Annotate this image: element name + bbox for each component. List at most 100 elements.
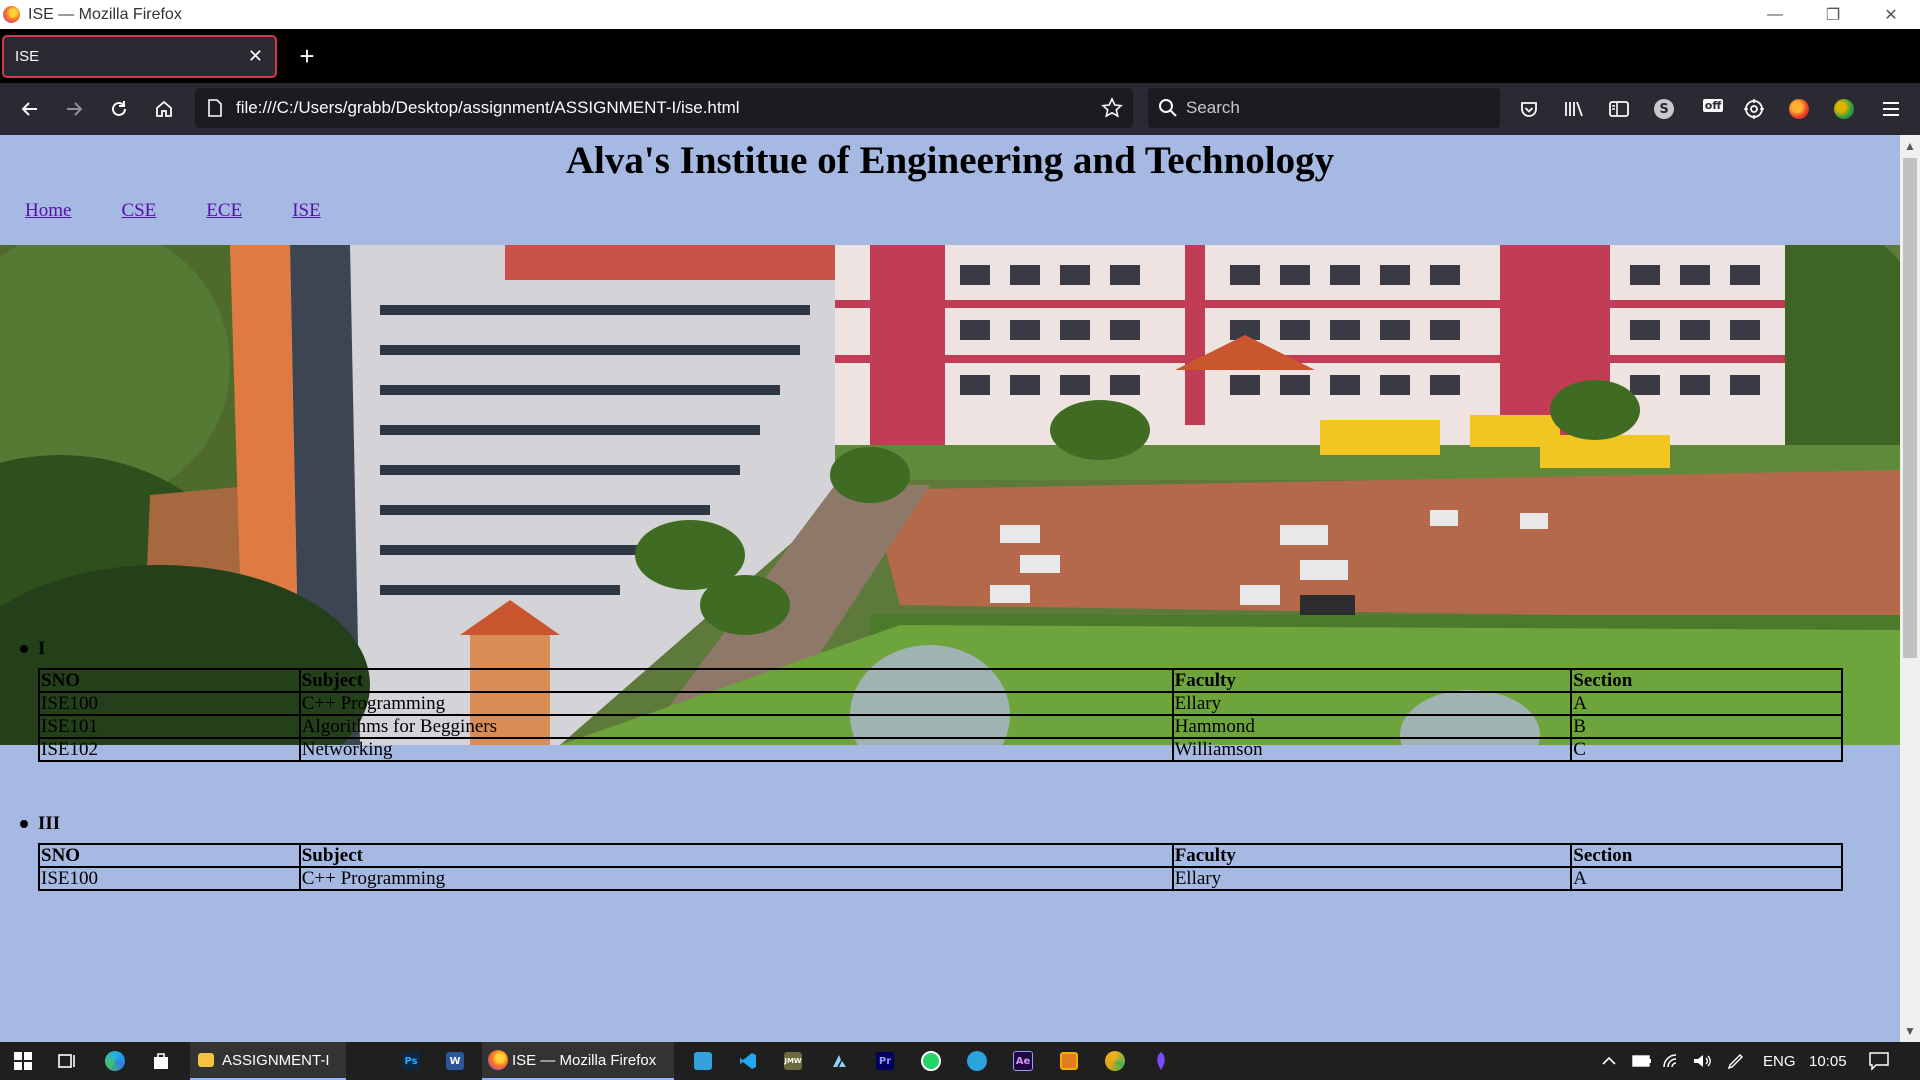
table-cell: C++ Programming xyxy=(298,866,1174,891)
semester-heading: I xyxy=(20,638,45,660)
task-view-icon[interactable] xyxy=(52,1042,82,1080)
windows-start-icon[interactable] xyxy=(8,1042,38,1080)
forward-icon[interactable] xyxy=(61,96,87,122)
table-header-row: SNO Subject Faculty Section xyxy=(38,843,1843,868)
taskbar-label: ISE — Mozilla Firefox xyxy=(512,1051,657,1069)
scroll-up-icon[interactable]: ▲ xyxy=(1900,137,1920,155)
store-icon[interactable] xyxy=(146,1042,176,1080)
colorful-extension-icon[interactable] xyxy=(1785,95,1813,123)
semester-table: SNO Subject Faculty Section ISE100 C++ P… xyxy=(38,668,1843,762)
table-cell: A xyxy=(1570,691,1843,716)
tab-title: ISE xyxy=(15,48,40,65)
table-cell: C++ Programming xyxy=(298,691,1174,716)
vscode-alt-icon[interactable] xyxy=(688,1042,718,1080)
feather-icon[interactable] xyxy=(1146,1042,1176,1080)
taskbar-label: ASSIGNMENT-I xyxy=(222,1051,330,1069)
table-cell: ISE101 xyxy=(38,714,301,739)
vertical-scrollbar[interactable]: ▲ ▼ xyxy=(1900,135,1920,1042)
clock[interactable]: 10:05 xyxy=(1809,1042,1847,1080)
chrome-canary-icon[interactable] xyxy=(1100,1042,1130,1080)
table-row: ISE102 Networking Williamson C xyxy=(38,737,1843,762)
table-cell: Ellary xyxy=(1171,691,1573,716)
table-cell: Hammond xyxy=(1171,714,1573,739)
off-extension-icon[interactable]: off xyxy=(1699,91,1727,119)
semester-title: III xyxy=(38,813,61,834)
nav-ise-link[interactable]: ISE xyxy=(292,200,321,222)
telegram-icon[interactable] xyxy=(962,1042,992,1080)
window-title: ISE — Mozilla Firefox xyxy=(28,5,182,23)
battery-icon[interactable] xyxy=(1632,1042,1652,1080)
new-tab-icon[interactable]: + xyxy=(295,41,319,71)
table-cell: Ellary xyxy=(1171,866,1573,891)
office-icon[interactable] xyxy=(1054,1042,1084,1080)
column-header: Faculty xyxy=(1171,843,1573,868)
bullet-icon xyxy=(20,820,28,828)
search-placeholder: Search xyxy=(1186,98,1240,117)
table-cell: Williamson xyxy=(1171,737,1573,762)
column-header: Subject xyxy=(298,668,1174,693)
table-cell: ISE100 xyxy=(38,866,301,891)
vscode-icon[interactable] xyxy=(733,1042,763,1080)
tab-ise[interactable]: ISE ✕ xyxy=(2,35,277,78)
restore-icon[interactable]: ❐ xyxy=(1804,0,1862,29)
table-cell: B xyxy=(1570,714,1843,739)
reload-icon[interactable] xyxy=(106,96,132,122)
table-cell: Algorithms for Begginers xyxy=(298,714,1174,739)
semester-heading: III xyxy=(20,813,60,835)
volume-icon[interactable] xyxy=(1692,1042,1712,1080)
library-icon[interactable] xyxy=(1560,95,1588,123)
bullet-icon xyxy=(20,645,28,653)
pocket-icon[interactable] xyxy=(1515,95,1543,123)
premiere-icon[interactable]: Pr xyxy=(870,1042,900,1080)
wifi-icon[interactable] xyxy=(1662,1042,1682,1080)
table-row: ISE101 Algorithms for Begginers Hammond … xyxy=(38,714,1843,739)
home-icon[interactable] xyxy=(151,96,177,122)
table-cell: Networking xyxy=(298,737,1174,762)
language-indicator[interactable]: ENG xyxy=(1763,1042,1796,1080)
menu-icon[interactable] xyxy=(1877,95,1905,123)
after-effects-icon[interactable]: Ae xyxy=(1008,1042,1038,1080)
scroll-down-icon[interactable]: ▼ xyxy=(1900,1022,1920,1040)
edge-icon[interactable] xyxy=(100,1042,130,1080)
table-row: ISE100 C++ Programming Ellary A xyxy=(38,866,1843,891)
search-bar[interactable]: Search xyxy=(1148,88,1500,128)
minimize-icon[interactable]: — xyxy=(1746,0,1804,29)
column-header: Section xyxy=(1570,668,1843,693)
jmw-icon[interactable]: JMW xyxy=(778,1042,808,1080)
nav-ece-link[interactable]: ECE xyxy=(206,200,242,222)
settings-extension-icon[interactable] xyxy=(1740,95,1768,123)
notifications-icon[interactable] xyxy=(1868,1042,1890,1080)
green-extension-icon[interactable] xyxy=(1830,95,1858,123)
sidebar-icon[interactable] xyxy=(1605,95,1633,123)
bookmark-star-icon[interactable] xyxy=(1101,97,1123,124)
photoshop-icon[interactable]: Ps xyxy=(396,1042,426,1080)
nav-cse-link[interactable]: CSE xyxy=(121,200,156,222)
site-nav: Home CSE ECE ISE xyxy=(25,200,371,222)
url-text[interactable]: file:///C:/Users/grabb/Desktop/assignmen… xyxy=(236,98,740,118)
table-cell: ISE100 xyxy=(38,691,301,716)
tab-close-icon[interactable]: ✕ xyxy=(248,46,263,67)
table-cell: A xyxy=(1570,866,1843,891)
pen-icon[interactable] xyxy=(1726,1042,1746,1080)
url-bar[interactable]: file:///C:/Users/grabb/Desktop/assignmen… xyxy=(195,88,1133,128)
nav-toolbar: file:///C:/Users/grabb/Desktop/assignmen… xyxy=(0,83,1920,135)
scrollbar-thumb[interactable] xyxy=(1903,158,1917,658)
azure-icon[interactable] xyxy=(824,1042,854,1080)
word-icon[interactable]: W xyxy=(440,1042,470,1080)
skype-icon[interactable]: S xyxy=(1650,95,1678,123)
table-cell: ISE102 xyxy=(38,737,301,762)
tray-overflow-icon[interactable] xyxy=(1602,1042,1616,1080)
taskbar-firefox[interactable]: ISE — Mozilla Firefox xyxy=(482,1042,674,1080)
close-icon[interactable]: ✕ xyxy=(1862,0,1920,29)
taskbar-file-explorer[interactable]: ASSIGNMENT-I xyxy=(190,1042,346,1080)
page-icon xyxy=(207,99,223,122)
tab-strip: ISE ✕ + xyxy=(0,29,1920,83)
search-icon xyxy=(1158,98,1178,123)
column-header: SNO xyxy=(38,843,301,868)
table-cell: C xyxy=(1570,737,1843,762)
nav-home-link[interactable]: Home xyxy=(25,200,71,222)
back-icon[interactable] xyxy=(17,96,43,122)
column-header: Subject xyxy=(298,843,1174,868)
semester-title: I xyxy=(38,638,46,659)
whatsapp-icon[interactable] xyxy=(916,1042,946,1080)
